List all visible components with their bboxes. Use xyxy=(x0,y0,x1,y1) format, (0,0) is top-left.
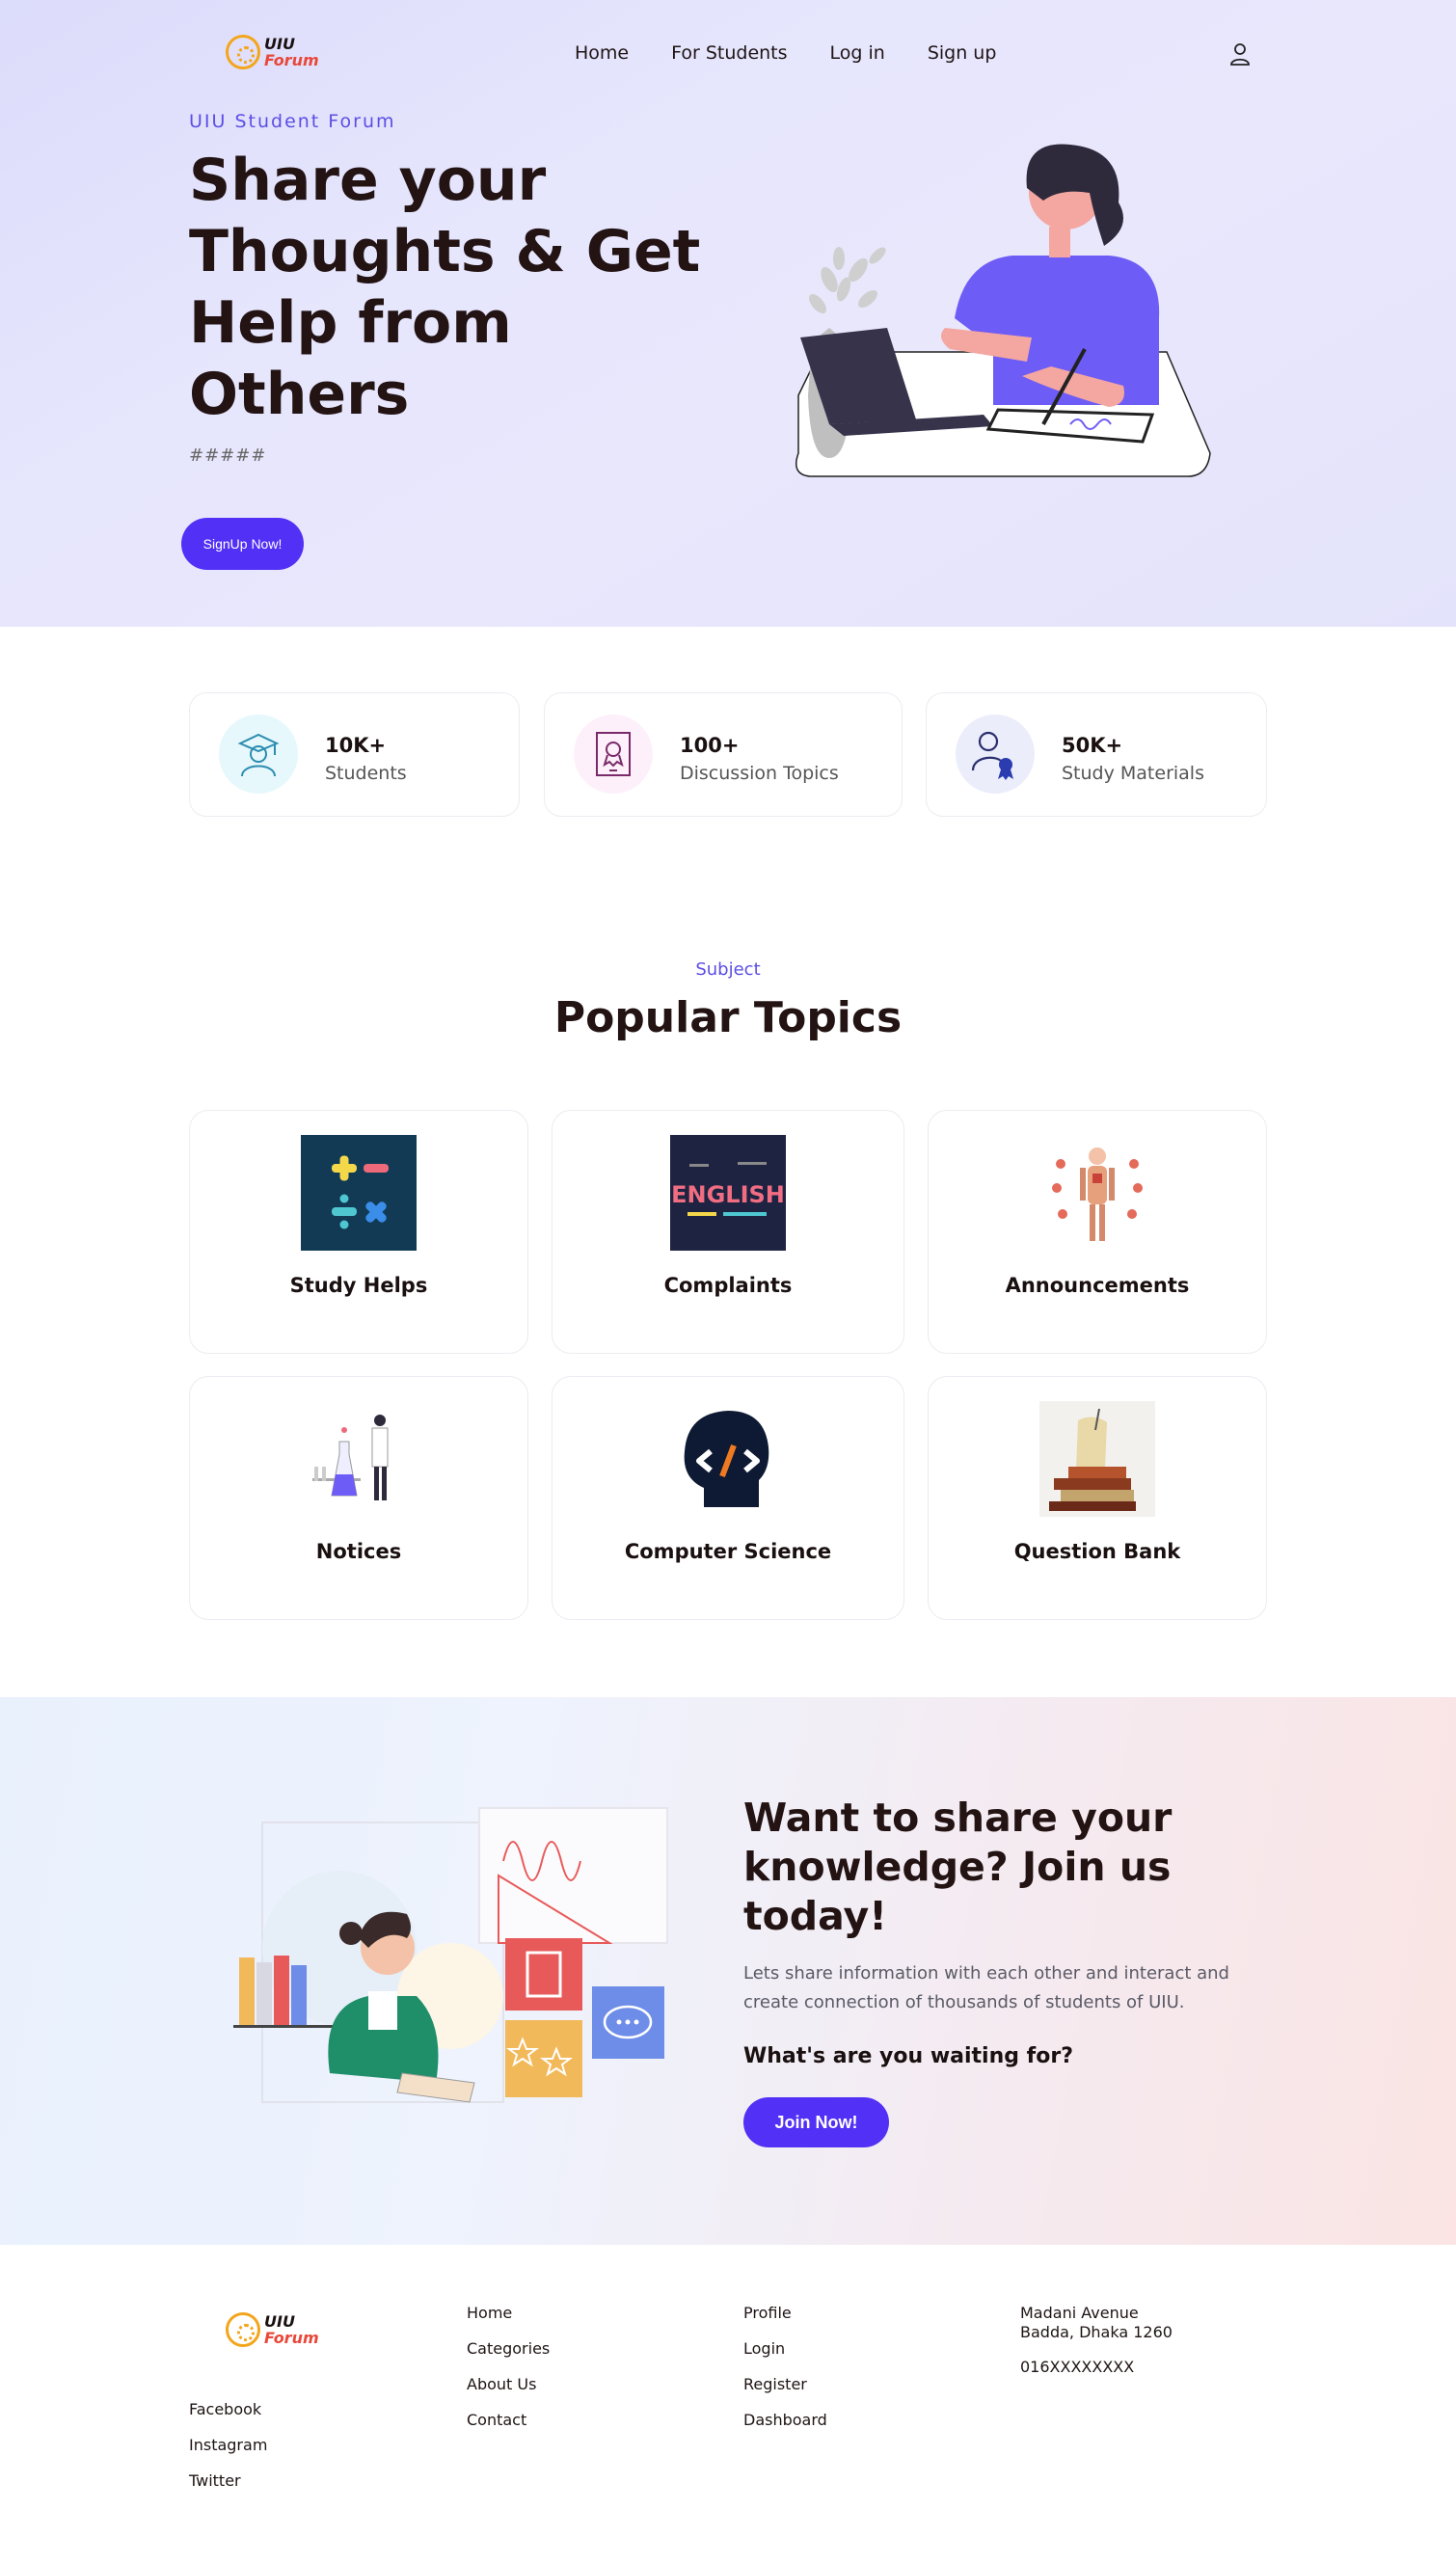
topic-label: Announcements xyxy=(1005,1274,1190,1297)
stat-value: 50K+ xyxy=(1062,734,1123,757)
topic-label: Study Helps xyxy=(289,1274,428,1297)
join-section: Want to share your knowledge? Join us to… xyxy=(0,1697,1456,2245)
svg-text:ENGLISH: ENGLISH xyxy=(671,1181,785,1208)
nav-links: Home For Students Log in Sign up xyxy=(575,42,996,64)
code-head-icon xyxy=(684,1411,769,1507)
footer-logo[interactable]: UIU Forum xyxy=(226,2312,319,2347)
footer-about-link[interactable]: About Us xyxy=(467,2375,536,2393)
footer-address-line2: Badda, Dhaka 1260 xyxy=(1020,2323,1173,2341)
footer-dashboard-link[interactable]: Dashboard xyxy=(743,2411,827,2429)
hero-subtitle: ##### xyxy=(189,445,267,466)
nav-for-students[interactable]: For Students xyxy=(671,42,787,64)
logo-line1: UIU xyxy=(264,35,295,53)
topic-label: Notices xyxy=(315,1540,402,1563)
join-title: Want to share your knowledge? Join us to… xyxy=(743,1795,1173,1939)
join-description: Lets share information with each other a… xyxy=(743,1963,1229,2012)
topic-card-computer-science[interactable]: Computer Science xyxy=(552,1376,904,1620)
footer-register-link[interactable]: Register xyxy=(743,2375,807,2393)
nav-login[interactable]: Log in xyxy=(830,42,885,64)
footer-profile-link[interactable]: Profile xyxy=(743,2304,792,2322)
hero-illustration xyxy=(795,144,1211,477)
topics-title: Popular Topics xyxy=(553,993,903,1042)
hero-title: Share your Thoughts & Get Help from Othe… xyxy=(189,147,701,428)
topic-label: Question Bank xyxy=(1013,1540,1181,1563)
footer-home-link[interactable]: Home xyxy=(467,2304,512,2322)
logo-line1: UIU xyxy=(264,2312,295,2331)
join-now-button[interactable]: Join Now! xyxy=(743,2097,889,2147)
studying-woman-illustration xyxy=(233,1807,668,2103)
topic-card-question-bank[interactable]: Question Bank xyxy=(928,1376,1267,1620)
footer-twitter-link[interactable]: Twitter xyxy=(189,2471,241,2490)
logo-mark-icon xyxy=(226,35,260,69)
footer-instagram-link[interactable]: Instagram xyxy=(189,2436,267,2454)
logo-mark-icon xyxy=(226,2312,260,2347)
stat-label: Discussion Topics xyxy=(680,763,839,784)
topic-label: Complaints xyxy=(663,1274,793,1297)
graduate-icon xyxy=(219,715,298,794)
user-account-icon[interactable] xyxy=(1228,41,1252,67)
hero-section: UIU Forum Home For Students Log in Sign … xyxy=(0,0,1456,627)
footer-facebook-link[interactable]: Facebook xyxy=(189,2400,261,2418)
stat-value: 10K+ xyxy=(325,734,387,757)
stat-card-topics: 100+ Discussion Topics xyxy=(544,692,903,817)
topic-card-study-helps[interactable]: Study Helps xyxy=(189,1110,528,1354)
footer-address-line1: Madani Avenue xyxy=(1020,2304,1139,2322)
stat-value: 100+ xyxy=(680,734,740,757)
certificate-icon xyxy=(574,715,653,794)
books-scroll-icon xyxy=(1039,1401,1155,1517)
site-logo[interactable]: UIU Forum xyxy=(226,35,319,69)
join-question: What's are you waiting for? xyxy=(743,2044,1073,2068)
logo-line2: Forum xyxy=(264,2329,319,2347)
footer-login-link[interactable]: Login xyxy=(743,2339,785,2358)
top-nav: UIU Forum Home For Students Log in Sign … xyxy=(0,0,1456,111)
topics-eyebrow: Subject xyxy=(695,959,761,980)
stat-label: Students xyxy=(325,763,407,784)
nav-home[interactable]: Home xyxy=(575,42,629,64)
english-word-art-icon: ENGLISH xyxy=(670,1135,786,1251)
topic-card-notices[interactable]: Notices xyxy=(189,1376,528,1620)
signup-now-button[interactable]: SignUp Now! xyxy=(181,518,304,570)
footer-categories-link[interactable]: Categories xyxy=(467,2339,550,2358)
award-user-icon xyxy=(956,715,1035,794)
anatomy-icon xyxy=(1039,1135,1155,1251)
footer-phone: 016XXXXXXXX xyxy=(1020,2358,1135,2376)
footer: UIU Forum Facebook Instagram Twitter Hom… xyxy=(0,2245,1456,2564)
math-symbols-icon xyxy=(301,1135,417,1251)
logo-text: UIU Forum xyxy=(264,2313,319,2346)
topic-label: Computer Science xyxy=(624,1540,832,1563)
topic-card-announcements[interactable]: Announcements xyxy=(928,1110,1267,1354)
logo-line2: Forum xyxy=(264,51,319,69)
stat-label: Study Materials xyxy=(1062,763,1204,784)
topic-card-complaints[interactable]: ENGLISH Complaints xyxy=(552,1110,904,1354)
footer-contact-link[interactable]: Contact xyxy=(467,2411,526,2429)
scientist-lab-icon xyxy=(301,1401,417,1517)
nav-signup[interactable]: Sign up xyxy=(928,42,997,64)
stat-card-students: 10K+ Students xyxy=(189,692,520,817)
logo-text: UIU Forum xyxy=(264,36,319,68)
stat-card-materials: 50K+ Study Materials xyxy=(926,692,1267,817)
hero-eyebrow: UIU Student Forum xyxy=(189,111,396,132)
